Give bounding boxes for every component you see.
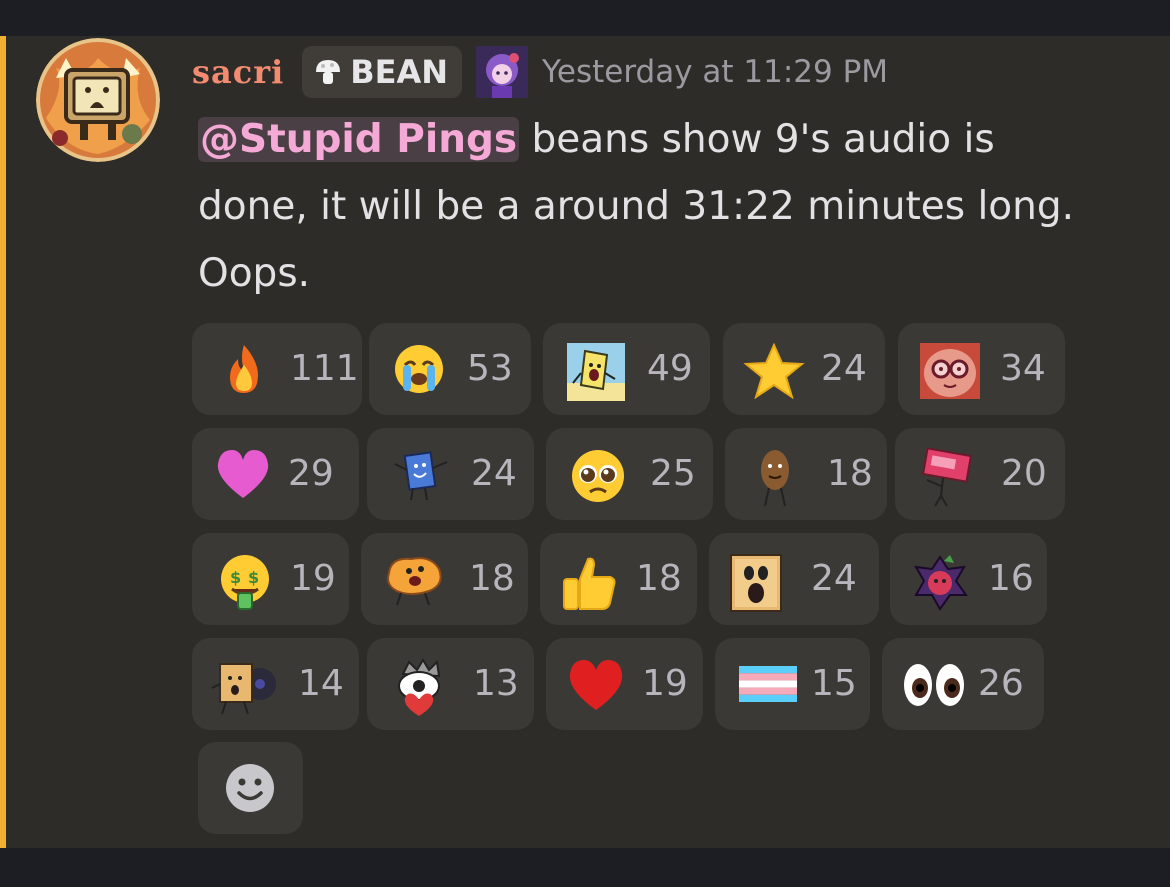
reaction-count: 13 [473,663,519,704]
red-heart-icon [569,660,623,710]
reaction-count: 18 [827,453,873,494]
reaction-custom-pink-face[interactable]: 34 [898,323,1065,415]
custom-orange-blob-emoji [387,557,442,606]
reaction-fire[interactable]: 111 [192,323,362,415]
custom-yellow-character-emoji [567,343,625,401]
role-mention[interactable]: @Stupid Pings [198,117,520,162]
reaction-count: 34 [1000,348,1046,389]
role-label: BEAN [350,53,449,91]
custom-badge-icon [476,46,529,98]
message-text-line2: done, it will be a around 31:22 minutes … [198,184,1075,229]
reaction-count: 26 [978,663,1024,704]
reaction-custom-red-sign[interactable]: 20 [895,428,1065,520]
reaction-transgender-flag[interactable]: 15 [715,638,870,730]
reaction-count: 111 [290,348,359,389]
custom-blue-book-emoji [394,451,448,501]
svg-text:$: $ [248,568,259,587]
reaction-custom-yellow-character[interactable]: 49 [543,323,710,415]
reaction-custom-box-record[interactable]: 14 [192,638,359,730]
add-reaction-button[interactable] [198,742,303,834]
reaction-eyes[interactable]: 26 [882,638,1044,730]
message-content: @Stupid Pings beans show 9's audio is do… [198,106,1158,307]
pink-heart-icon [217,450,269,498]
pleading-face-icon [572,450,624,502]
custom-shocked-box-emoji [730,554,782,612]
message[interactable]: sacri BEAN Yesterday at 11:29 PM @Stupid… [0,36,1170,848]
reaction-count: 24 [821,348,867,389]
reaction-count: 14 [298,663,344,704]
username[interactable]: sacri [192,53,284,91]
custom-bean-emoji [761,450,789,507]
crying-face-icon [395,345,443,393]
reaction-thumbs-up[interactable]: 18 [540,533,697,625]
reaction-count: 16 [988,558,1034,599]
reaction-pink-heart[interactable]: 29 [192,428,359,520]
reaction-custom-purple-flower[interactable]: 16 [890,533,1047,625]
reaction-count: 19 [642,663,688,704]
custom-pink-face-emoji [920,343,980,399]
reaction-red-heart[interactable]: 19 [546,638,703,730]
top-bar [0,0,1170,36]
smiley-add-reaction-icon [226,764,274,812]
reaction-custom-eyeball-heart[interactable]: 13 [367,638,534,730]
mushroom-icon [316,60,341,84]
thumbs-up-icon [563,557,616,610]
bottom-bar [0,848,1170,887]
reaction-count: 29 [288,453,334,494]
message-text-line1: beans show 9's audio is [519,117,995,162]
custom-purple-flower-emoji [914,555,968,611]
role-tag[interactable]: BEAN [302,46,463,98]
custom-eyeball-heart-emoji [398,658,441,716]
reaction-count: 53 [467,348,513,389]
reaction-pleading-face[interactable]: 25 [546,428,713,520]
reaction-crying-face[interactable]: 53 [369,323,531,415]
reaction-star[interactable]: 24 [723,323,885,415]
star-icon [743,343,805,399]
reaction-count: 24 [471,453,517,494]
reaction-count: 15 [811,663,857,704]
reaction-count: 20 [1001,453,1047,494]
message-header: sacri BEAN Yesterday at 11:29 PM [192,44,888,100]
fire-icon [230,345,258,393]
money-mouth-face-icon: $ $ [221,555,269,610]
transgender-flag-icon [739,666,797,702]
reaction-custom-blue-book[interactable]: 24 [367,428,534,520]
reaction-custom-shocked-box[interactable]: 24 [709,533,879,625]
svg-text:$: $ [230,568,241,587]
reaction-custom-orange-blob[interactable]: 18 [361,533,528,625]
custom-red-sign-emoji [921,448,973,507]
reaction-money-mouth-face[interactable]: $ $ 19 [192,533,349,625]
timestamp: Yesterday at 11:29 PM [542,54,889,90]
reaction-count: 19 [290,558,336,599]
eyes-icon [904,664,964,706]
reaction-count: 25 [650,453,696,494]
reaction-count: 24 [811,558,857,599]
reaction-count: 18 [469,558,515,599]
reaction-count: 18 [636,558,682,599]
reaction-count: 49 [647,348,693,389]
message-text-line3: Oops. [198,251,311,296]
reaction-custom-bean[interactable]: 18 [725,428,887,520]
custom-box-record-emoji [211,663,276,715]
avatar[interactable] [36,38,160,162]
